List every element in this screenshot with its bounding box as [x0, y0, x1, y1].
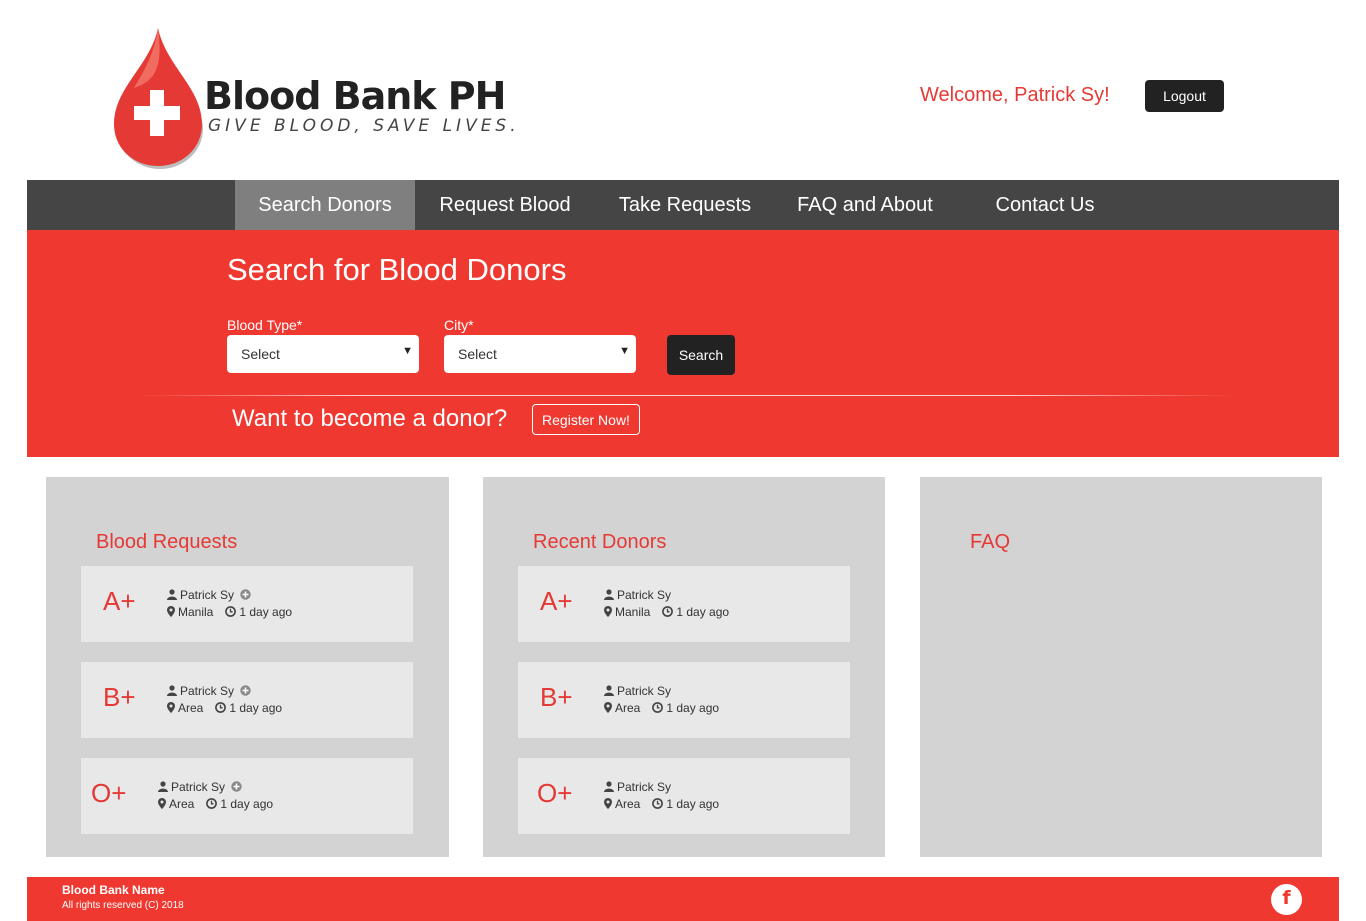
search-panel: Search for Blood Donors Blood Type* Sele…	[27, 230, 1339, 457]
blood-drop-icon	[114, 28, 203, 169]
request-details-row: Area 1 day ago	[167, 701, 282, 715]
donor-location: Area	[615, 701, 641, 715]
blood-type-badge: B+	[540, 682, 573, 712]
clock-icon	[215, 702, 227, 713]
donor-row: Patrick Sy	[604, 684, 671, 698]
facebook-icon[interactable]: f	[1271, 884, 1302, 915]
user-icon	[604, 781, 614, 792]
nav-item-search-donors[interactable]: Search Donors	[235, 180, 415, 230]
donor-name: Patrick Sy	[617, 780, 672, 794]
register-now-button[interactable]: Register Now!	[532, 404, 640, 435]
clock-icon	[662, 606, 674, 617]
request-details-row: Manila 1 day ago	[167, 605, 292, 619]
city-label: City*	[444, 317, 474, 333]
recent-donors-title: Recent Donors	[533, 531, 667, 553]
welcome-message: Welcome, Patrick Sy!	[920, 84, 1110, 106]
blood-type-badge: A+	[103, 586, 136, 616]
footer-copyright: All rights reserved (C) 2018	[62, 900, 184, 911]
divider	[137, 395, 1237, 396]
map-marker-icon	[604, 798, 612, 809]
requester-name: Patrick Sy	[171, 780, 226, 794]
user-icon	[167, 589, 177, 600]
donor-name: Patrick Sy	[617, 684, 672, 698]
search-button[interactable]: Search	[667, 335, 735, 375]
caret-down-icon: ▼	[619, 345, 630, 357]
blood-type-badge: O+	[537, 778, 573, 808]
brand-logo[interactable]: Blood Bank PH GIVE BLOOD, SAVE LIVES.	[112, 26, 516, 172]
request-location: Manila	[178, 605, 214, 619]
caret-down-icon: ▼	[402, 345, 413, 357]
donor-details-row: Area 1 day ago	[604, 797, 719, 811]
footer: Blood Bank Name All rights reserved (C) …	[27, 877, 1339, 921]
nav-item-faq-and-about[interactable]: FAQ and About	[775, 180, 955, 230]
user-icon	[167, 685, 177, 696]
donor-item[interactable]: A+ Patrick Sy Manila 1 day ago	[518, 566, 850, 642]
donor-item[interactable]: B+ Patrick Sy Area 1 day ago	[518, 662, 850, 738]
blood-type-badge: B+	[103, 682, 136, 712]
requester-name: Patrick Sy	[180, 588, 235, 602]
requester-row: Patrick Sy	[167, 588, 254, 602]
search-title: Search for Blood Donors	[227, 252, 567, 287]
request-time: 1 day ago	[229, 701, 283, 715]
map-marker-icon	[604, 702, 612, 713]
nav-item-take-requests[interactable]: Take Requests	[595, 180, 775, 230]
main-nav: Search Donors Request Blood Take Request…	[27, 180, 1339, 230]
clock-icon	[206, 798, 218, 809]
request-time: 1 day ago	[239, 605, 293, 619]
footer-brand-name: Blood Bank Name	[62, 883, 165, 897]
map-marker-icon	[158, 798, 166, 809]
clock-icon	[652, 798, 664, 809]
brand-name: Blood Bank PH	[204, 74, 506, 118]
request-item[interactable]: B+ Patrick Sy Area 1 day ago	[81, 662, 413, 738]
logout-button[interactable]: Logout	[1145, 80, 1224, 112]
donor-row: Patrick Sy	[604, 588, 671, 602]
city-select[interactable]: Select ▼	[444, 335, 636, 373]
faq-title: FAQ	[970, 531, 1011, 553]
donor-item[interactable]: O+ Patrick Sy Area 1 day ago	[518, 758, 850, 834]
request-item[interactable]: O+ Patrick Sy Area 1 day ago	[81, 758, 413, 834]
blood-requests-title: Blood Requests	[96, 531, 238, 553]
nav-item-contact-us[interactable]: Contact Us	[955, 180, 1135, 230]
plus-circle-icon[interactable]	[240, 685, 252, 696]
user-icon	[158, 781, 168, 792]
plus-circle-icon[interactable]	[240, 589, 252, 600]
request-item[interactable]: A+ Patrick Sy Manila 1 day ago	[81, 566, 413, 642]
donor-time: 1 day ago	[666, 797, 720, 811]
map-marker-icon	[604, 606, 612, 617]
map-marker-icon	[167, 702, 175, 713]
clock-icon	[652, 702, 664, 713]
blood-type-badge: O+	[91, 778, 127, 808]
donor-time: 1 day ago	[676, 605, 730, 619]
request-location: Area	[178, 701, 204, 715]
become-donor-text: Want to become a donor?	[232, 405, 508, 432]
donor-location: Manila	[615, 605, 651, 619]
requester-row: Patrick Sy	[167, 684, 254, 698]
faq-panel: FAQ	[920, 477, 1322, 857]
user-icon	[604, 685, 614, 696]
donor-row: Patrick Sy	[604, 780, 671, 794]
city-select-value: Select	[458, 346, 497, 362]
plus-circle-icon[interactable]	[231, 781, 243, 792]
blood-type-select[interactable]: Select ▼	[227, 335, 419, 373]
donor-name: Patrick Sy	[617, 588, 672, 602]
blood-type-label: Blood Type*	[227, 317, 303, 333]
nav-item-request-blood[interactable]: Request Blood	[415, 180, 595, 230]
map-marker-icon	[167, 606, 175, 617]
brand-tagline: GIVE BLOOD, SAVE LIVES.	[208, 116, 520, 136]
request-time: 1 day ago	[220, 797, 274, 811]
request-location: Area	[169, 797, 195, 811]
blood-requests-panel: Blood Requests A+ Patrick Sy Manila 1 day…	[46, 477, 449, 857]
blood-type-badge: A+	[540, 586, 573, 616]
request-details-row: Area 1 day ago	[158, 797, 273, 811]
donor-details-row: Manila 1 day ago	[604, 605, 729, 619]
donor-details-row: Area 1 day ago	[604, 701, 719, 715]
donor-location: Area	[615, 797, 641, 811]
blood-type-select-value: Select	[241, 346, 280, 362]
requester-row: Patrick Sy	[158, 780, 245, 794]
donor-time: 1 day ago	[666, 701, 720, 715]
clock-icon	[225, 606, 237, 617]
user-icon	[604, 589, 614, 600]
requester-name: Patrick Sy	[180, 684, 235, 698]
recent-donors-panel: Recent Donors A+ Patrick Sy Manila 1 day …	[483, 477, 885, 857]
